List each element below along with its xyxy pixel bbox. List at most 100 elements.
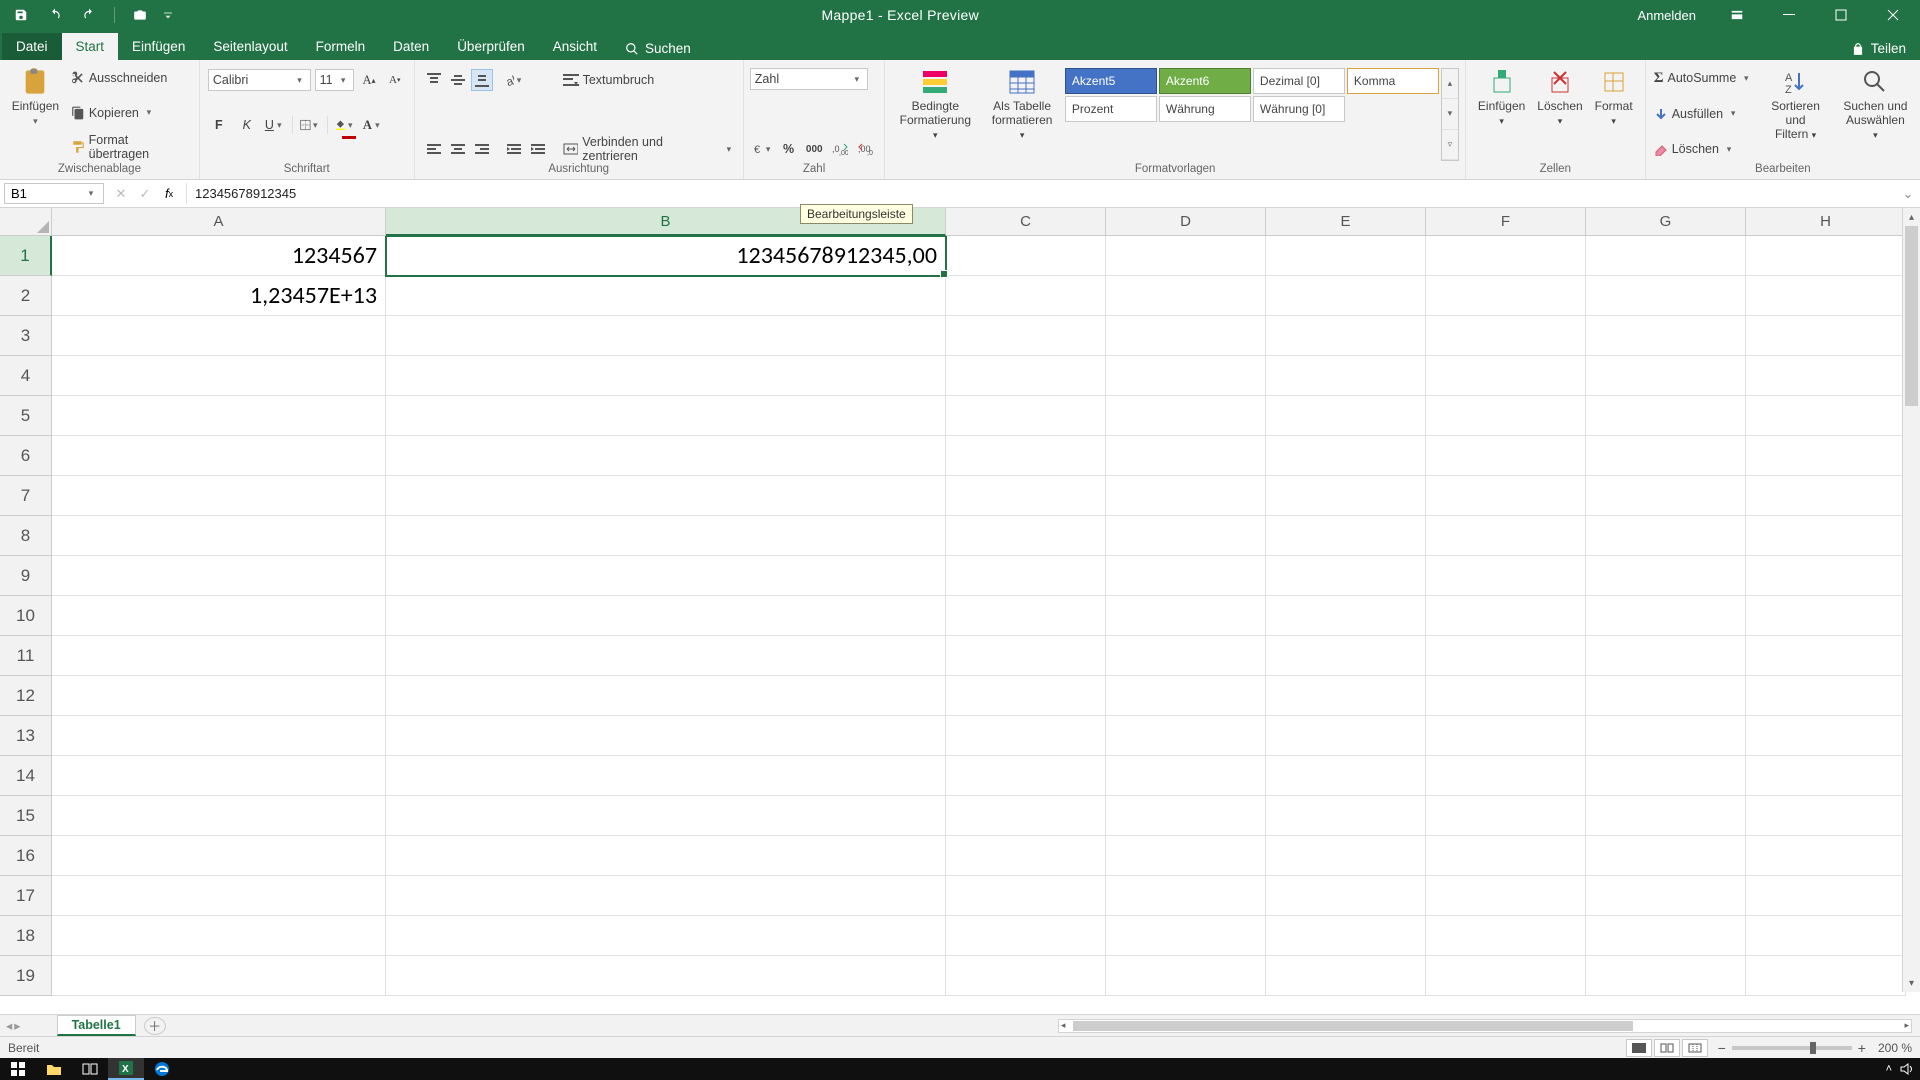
cell-A7[interactable]	[52, 476, 386, 516]
cell-B14[interactable]	[386, 756, 946, 796]
row-header-11[interactable]: 11	[0, 636, 52, 676]
cell-B18[interactable]	[386, 916, 946, 956]
cell-styles-gallery[interactable]: Akzent5 Akzent6 Dezimal [0] Komma Prozen…	[1065, 68, 1439, 161]
name-box[interactable]: B1▾	[4, 183, 104, 204]
cell-B5[interactable]	[386, 396, 946, 436]
cell-E9[interactable]	[1266, 556, 1426, 596]
cell-A6[interactable]	[52, 436, 386, 476]
cell-C18[interactable]	[946, 916, 1106, 956]
font-color-button[interactable]: A▾	[362, 114, 384, 136]
style-prozent[interactable]: Prozent	[1065, 96, 1157, 122]
cell-A2[interactable]: 1,23457E+13	[52, 276, 386, 316]
view-page-break-button[interactable]	[1682, 1039, 1708, 1057]
style-waehrung0[interactable]: Währung [0]	[1253, 96, 1345, 122]
percent-format-button[interactable]: %	[778, 138, 800, 160]
cell-F14[interactable]	[1426, 756, 1586, 796]
cell-A12[interactable]	[52, 676, 386, 716]
cell-E3[interactable]	[1266, 316, 1426, 356]
row-header-18[interactable]: 18	[0, 916, 52, 956]
cell-F5[interactable]	[1426, 396, 1586, 436]
cell-B12[interactable]	[386, 676, 946, 716]
increase-indent-button[interactable]	[527, 138, 549, 160]
formula-input[interactable]: 12345678912345	[187, 180, 1896, 207]
cell-F16[interactable]	[1426, 836, 1586, 876]
comma-format-button[interactable]: 000	[803, 138, 825, 160]
tab-formeln[interactable]: Formeln	[302, 33, 380, 60]
cell-C12[interactable]	[946, 676, 1106, 716]
cell-G6[interactable]	[1586, 436, 1746, 476]
column-header-F[interactable]: F	[1426, 208, 1586, 236]
tell-me-search[interactable]: Suchen	[611, 37, 705, 60]
cell-G19[interactable]	[1586, 956, 1746, 996]
cell-H19[interactable]	[1746, 956, 1906, 996]
cell-C1[interactable]	[946, 236, 1106, 276]
decrease-indent-button[interactable]	[503, 138, 525, 160]
cell-G14[interactable]	[1586, 756, 1746, 796]
cell-F12[interactable]	[1426, 676, 1586, 716]
cell-H13[interactable]	[1746, 716, 1906, 756]
cell-H18[interactable]	[1746, 916, 1906, 956]
cell-D11[interactable]	[1106, 636, 1266, 676]
cell-B1[interactable]: 12345678912345,00	[386, 236, 946, 276]
cell-A19[interactable]	[52, 956, 386, 996]
cell-A4[interactable]	[52, 356, 386, 396]
camera-button[interactable]	[127, 2, 153, 28]
cell-F9[interactable]	[1426, 556, 1586, 596]
align-right-button[interactable]	[471, 138, 493, 160]
column-header-E[interactable]: E	[1266, 208, 1426, 236]
cell-G8[interactable]	[1586, 516, 1746, 556]
volume-icon[interactable]	[1900, 1063, 1914, 1075]
cell-A16[interactable]	[52, 836, 386, 876]
undo-button[interactable]	[42, 2, 68, 28]
find-select-button[interactable]: Suchen undAuswählen ▾	[1837, 64, 1914, 161]
cell-H10[interactable]	[1746, 596, 1906, 636]
enter-formula-button[interactable]: ✓	[134, 183, 156, 205]
sheet-tab-tabelle1[interactable]: Tabelle1	[57, 1015, 136, 1036]
cell-H17[interactable]	[1746, 876, 1906, 916]
cell-G16[interactable]	[1586, 836, 1746, 876]
number-format-combo[interactable]: Zahl▾	[750, 68, 868, 90]
cell-A13[interactable]	[52, 716, 386, 756]
column-header-D[interactable]: D	[1106, 208, 1266, 236]
cell-E17[interactable]	[1266, 876, 1426, 916]
merge-center-button[interactable]: Verbinden und zentrieren▾	[561, 137, 737, 161]
redo-button[interactable]	[76, 2, 102, 28]
column-header-C[interactable]: C	[946, 208, 1106, 236]
sort-filter-button[interactable]: AZSortieren undFiltern ▾	[1754, 64, 1837, 161]
tab-einfuegen[interactable]: Einfügen	[118, 33, 199, 60]
paste-button[interactable]: Einfügen ▾	[6, 64, 65, 161]
style-waehrung[interactable]: Währung	[1159, 96, 1251, 122]
style-akzent5[interactable]: Akzent5	[1065, 68, 1157, 94]
sheet-nav-prev[interactable]: ◂	[6, 1018, 12, 1033]
cell-E19[interactable]	[1266, 956, 1426, 996]
cell-C5[interactable]	[946, 396, 1106, 436]
cell-H5[interactable]	[1746, 396, 1906, 436]
cell-A15[interactable]	[52, 796, 386, 836]
taskbar-task-view[interactable]	[72, 1058, 108, 1080]
increase-decimal-button[interactable]: ,0,00	[829, 138, 851, 160]
cell-B16[interactable]	[386, 836, 946, 876]
cell-G13[interactable]	[1586, 716, 1746, 756]
cell-H12[interactable]	[1746, 676, 1906, 716]
cell-H6[interactable]	[1746, 436, 1906, 476]
delete-cells-button[interactable]: Löschen▾	[1531, 64, 1588, 161]
cell-E18[interactable]	[1266, 916, 1426, 956]
cell-B11[interactable]	[386, 636, 946, 676]
taskbar-excel[interactable]: X	[108, 1058, 144, 1080]
cell-D14[interactable]	[1106, 756, 1266, 796]
cell-A5[interactable]	[52, 396, 386, 436]
tab-datei[interactable]: Datei	[2, 33, 62, 60]
conditional-formatting-button[interactable]: BedingteFormatierung ▾	[891, 64, 979, 161]
cell-G5[interactable]	[1586, 396, 1746, 436]
cell-B6[interactable]	[386, 436, 946, 476]
tab-daten[interactable]: Daten	[379, 33, 443, 60]
style-komma[interactable]: Komma	[1347, 68, 1439, 94]
row-header-2[interactable]: 2	[0, 276, 52, 316]
row-header-4[interactable]: 4	[0, 356, 52, 396]
decrease-font-button[interactable]: A▾	[384, 69, 406, 91]
sheet-nav-next[interactable]: ▸	[14, 1018, 20, 1033]
ribbon-display-options-button[interactable]	[1714, 0, 1760, 30]
cell-A18[interactable]	[52, 916, 386, 956]
cell-F1[interactable]	[1426, 236, 1586, 276]
horizontal-scrollbar[interactable]: ◂ ▸	[1058, 1019, 1912, 1033]
